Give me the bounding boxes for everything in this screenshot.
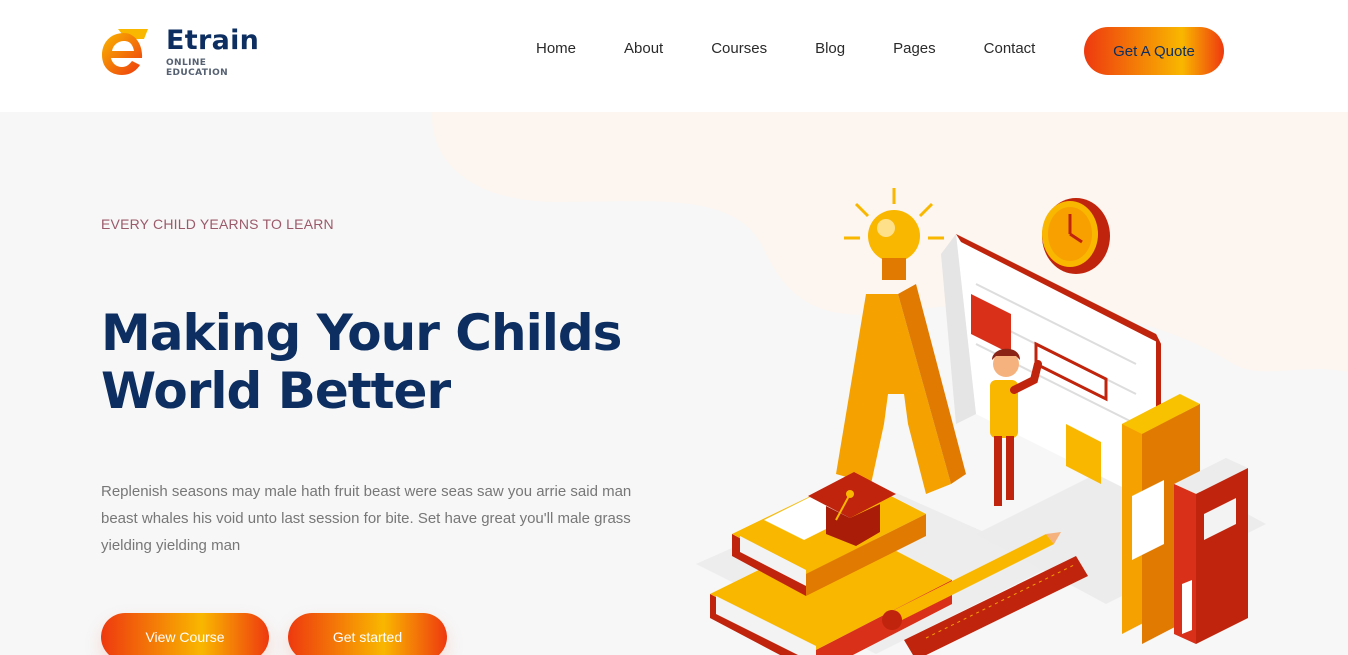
site-header: Etrain ONLINE EDUCATION Home About Cours… <box>0 0 1348 112</box>
main-nav: Home About Courses Blog Pages Contact <box>536 40 1035 57</box>
clock-icon <box>1042 198 1110 274</box>
hero-kicker: EVERY CHILD YEARNS TO LEARN <box>101 216 334 232</box>
nav-item-blog[interactable]: Blog <box>815 40 845 57</box>
education-isometric-illustration <box>696 188 1266 655</box>
standing-books-icon <box>1122 394 1248 644</box>
get-started-button[interactable]: Get started <box>288 613 447 655</box>
light-bulb-icon <box>844 188 944 280</box>
hero-headline: Making Your Childs World Better <box>101 304 622 420</box>
nav-item-pages[interactable]: Pages <box>893 40 936 57</box>
brand-logo[interactable]: Etrain ONLINE EDUCATION <box>100 25 270 78</box>
view-course-button[interactable]: View Course <box>101 613 269 655</box>
brand-tagline: ONLINE EDUCATION <box>166 58 229 78</box>
nav-item-contact[interactable]: Contact <box>984 40 1036 57</box>
hero-description: Replenish seasons may male hath fruit be… <box>101 483 632 554</box>
nav-item-courses[interactable]: Courses <box>711 40 767 57</box>
brand-name: Etrain <box>166 25 260 56</box>
hero-section: EVERY CHILD YEARNS TO LEARN Making Your … <box>0 112 1348 655</box>
nav-item-home[interactable]: Home <box>536 40 576 57</box>
get-a-quote-button[interactable]: Get A Quote <box>1084 27 1224 75</box>
etrain-e-logo-icon <box>100 27 150 77</box>
nav-item-about[interactable]: About <box>624 40 663 57</box>
